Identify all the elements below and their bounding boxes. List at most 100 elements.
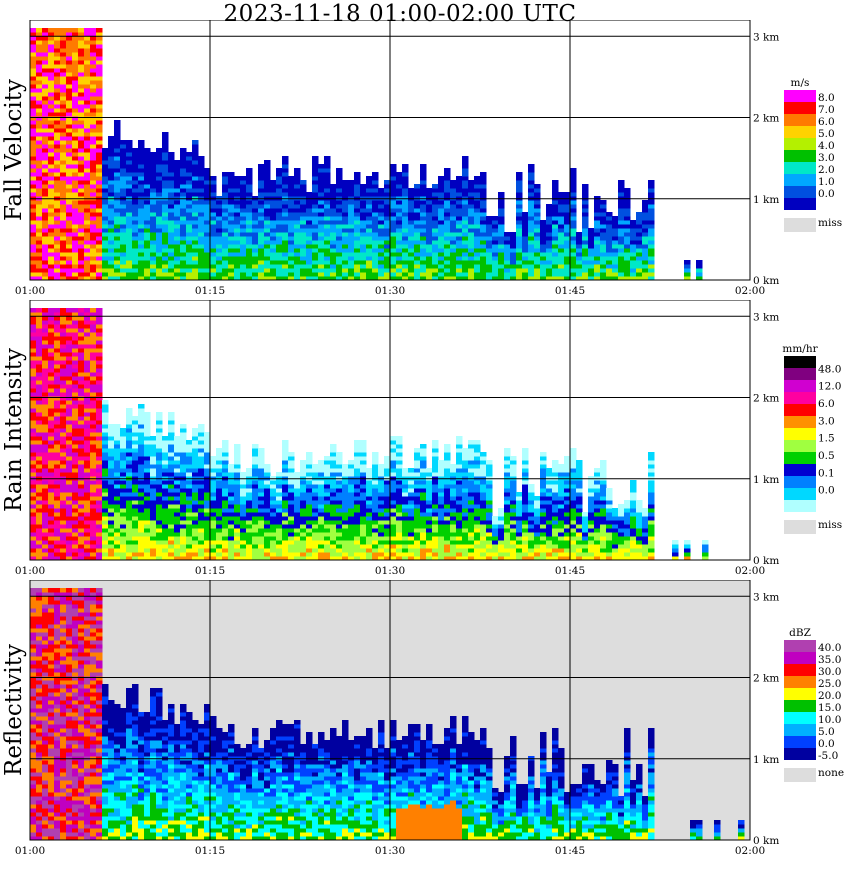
precip-cell xyxy=(54,84,61,89)
precip-cell xyxy=(126,512,133,517)
precip-cell xyxy=(138,192,145,197)
precip-cell xyxy=(54,332,61,337)
precip-cell xyxy=(48,140,55,145)
precip-cell xyxy=(528,204,535,209)
precip-cell xyxy=(120,456,127,461)
precip-cell xyxy=(234,184,241,189)
precip-cell xyxy=(54,372,61,377)
precip-cell xyxy=(168,272,175,277)
precip-cell xyxy=(36,144,43,149)
precip-cell xyxy=(192,164,199,169)
precip-cell xyxy=(186,208,193,213)
precip-cell xyxy=(150,524,157,529)
precip-cell xyxy=(246,508,253,513)
precip-cell xyxy=(162,228,169,233)
precip-cell xyxy=(216,236,223,241)
precip-cell xyxy=(132,156,139,161)
precip-cell xyxy=(288,520,295,525)
precip-cell xyxy=(114,244,121,249)
precip-cell xyxy=(552,248,559,253)
precip-cell xyxy=(84,200,91,205)
precip-cell xyxy=(534,264,541,269)
precip-cell xyxy=(162,260,169,265)
precip-cell xyxy=(378,208,385,213)
precip-cell xyxy=(276,484,283,489)
precip-cell xyxy=(54,412,61,417)
precip-cell xyxy=(216,516,223,521)
precip-cell xyxy=(570,216,577,221)
precip-cell xyxy=(462,216,469,221)
precip-cell xyxy=(228,192,235,197)
precip-cell xyxy=(360,188,367,193)
precip-cell xyxy=(588,260,595,265)
precip-cell xyxy=(42,232,49,237)
precip-cell xyxy=(180,520,187,525)
precip-cell xyxy=(96,176,103,181)
precip-cell xyxy=(156,412,163,417)
precip-cell xyxy=(144,200,151,205)
precip-cell xyxy=(132,252,139,257)
precip-cell xyxy=(156,152,163,157)
precip-cell xyxy=(516,272,523,277)
precip-cell xyxy=(378,252,385,257)
precip-cell xyxy=(96,204,103,209)
precip-cell xyxy=(72,440,79,445)
precip-cell xyxy=(96,512,103,517)
precip-cell xyxy=(234,208,241,213)
precip-cell xyxy=(288,480,295,485)
precip-cell xyxy=(444,220,451,225)
precip-cell xyxy=(120,432,127,437)
precip-cell xyxy=(432,184,439,189)
precip-cell xyxy=(48,548,55,553)
precip-cell xyxy=(696,268,703,273)
precip-cell xyxy=(216,528,223,533)
precip-cell xyxy=(156,548,163,553)
precip-cell xyxy=(72,404,79,409)
precip-cell xyxy=(480,176,487,181)
precip-cell xyxy=(84,228,91,233)
precip-cell xyxy=(42,336,49,341)
precip-cell xyxy=(60,472,67,477)
precip-cell xyxy=(258,164,265,169)
precip-cell xyxy=(138,208,145,213)
precip-cell xyxy=(72,460,79,465)
precip-cell xyxy=(648,192,655,197)
precip-cell xyxy=(258,460,265,465)
precip-cell xyxy=(222,256,229,261)
precip-cell xyxy=(600,204,607,209)
precip-cell xyxy=(474,264,481,269)
precip-cell xyxy=(210,256,217,261)
precip-cell xyxy=(210,548,217,553)
precip-cell xyxy=(462,204,469,209)
precip-cell xyxy=(288,216,295,221)
precip-cell xyxy=(522,260,529,265)
precip-cell xyxy=(90,88,97,93)
precip-cell xyxy=(288,272,295,277)
precip-cell xyxy=(186,248,193,253)
precip-cell xyxy=(36,408,43,413)
precip-cell xyxy=(420,176,427,181)
precip-cell xyxy=(288,496,295,501)
precip-cell xyxy=(144,444,151,449)
precip-cell xyxy=(120,484,127,489)
precip-cell xyxy=(132,172,139,177)
precip-cell xyxy=(30,308,37,313)
precip-cell xyxy=(96,228,103,233)
precip-cell xyxy=(282,164,289,169)
precip-cell xyxy=(576,268,583,273)
precip-cell xyxy=(408,264,415,269)
precip-cell xyxy=(114,516,121,521)
precip-cell xyxy=(402,240,409,245)
precip-cell xyxy=(342,220,349,225)
precip-cell xyxy=(306,548,313,553)
precip-cell xyxy=(300,216,307,221)
precip-cell xyxy=(114,220,121,225)
precip-cell xyxy=(288,180,295,185)
precip-cell xyxy=(102,216,109,221)
precip-cell xyxy=(84,404,91,409)
precip-cell xyxy=(108,444,115,449)
precip-cell xyxy=(318,204,325,209)
precip-cell xyxy=(222,464,229,469)
precip-cell xyxy=(420,172,427,177)
precip-cell xyxy=(480,240,487,245)
